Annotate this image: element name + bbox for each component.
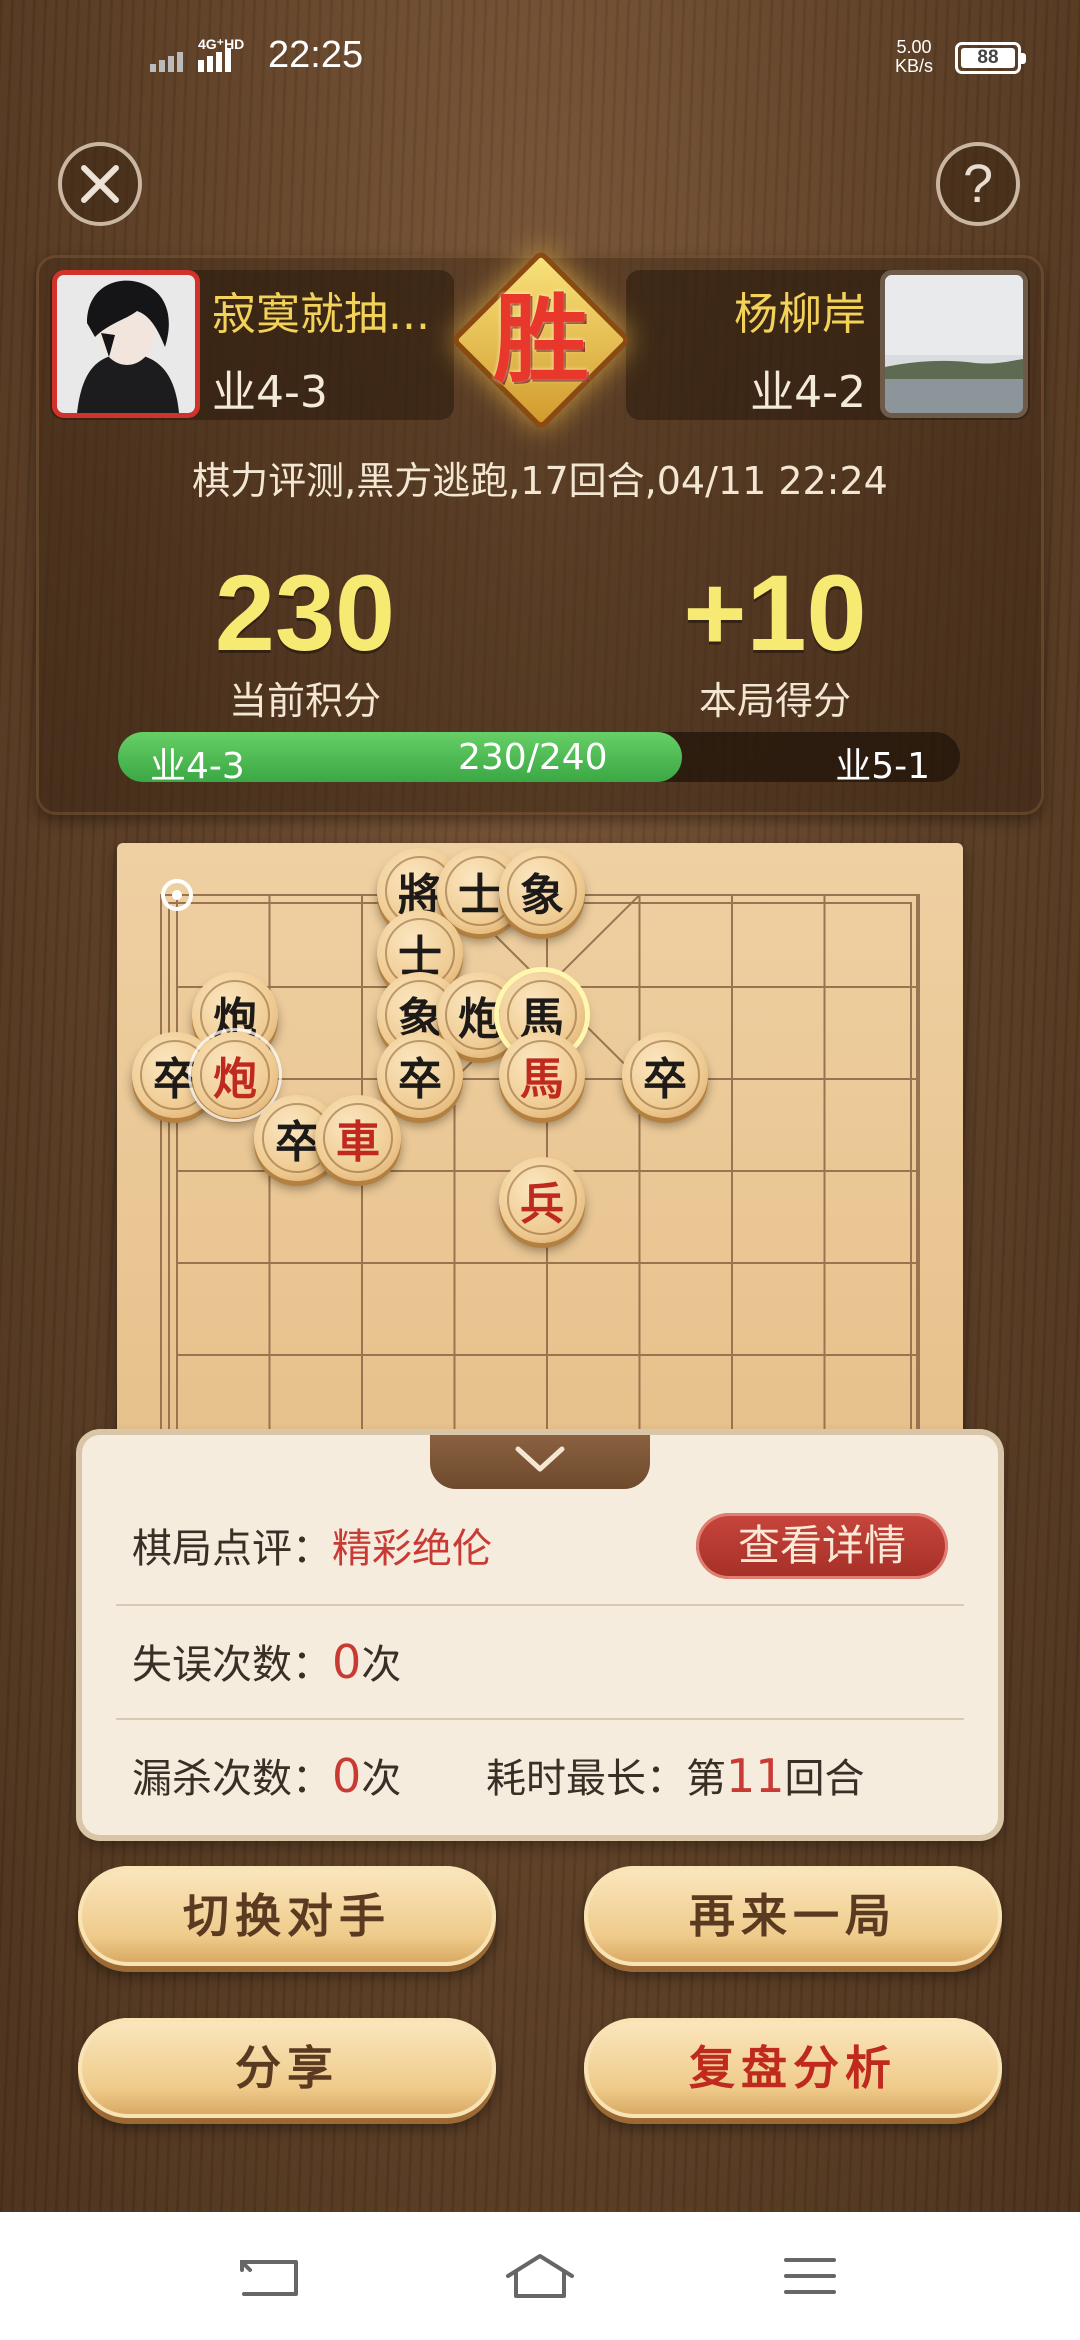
chess-piece-label: 馬: [520, 1054, 564, 1105]
longest-prefix: 第: [686, 1756, 726, 1802]
chess-piece-label: 車: [336, 1117, 380, 1168]
menu-icon[interactable]: [770, 2250, 850, 2302]
longest-suffix: 回合: [784, 1756, 865, 1802]
missed-unit: 次: [361, 1756, 402, 1802]
progress-to-rank: 业5-1: [835, 746, 930, 787]
chess-piece[interactable]: 卒: [377, 1032, 463, 1118]
close-button[interactable]: [58, 142, 142, 226]
game-score-value: +10: [683, 552, 867, 673]
speed-value: 5.00: [896, 37, 932, 57]
chess-piece[interactable]: 馬: [499, 1032, 585, 1118]
missed-label: 漏杀次数：: [132, 1756, 332, 1802]
avatar[interactable]: [52, 270, 200, 418]
missed-kills-row: 漏杀次数：0次: [132, 1746, 401, 1804]
rank-progress-bar: 业4-3 230/240 业5-1: [118, 732, 960, 787]
divider: [116, 1604, 964, 1606]
player-right-avatar-image: [885, 275, 1023, 413]
chess-piece-label: 炮: [458, 994, 502, 1045]
mistakes-unit: 次: [361, 1642, 402, 1688]
progress-text: 230/240: [458, 737, 608, 778]
missed-value: 0: [332, 1749, 362, 1803]
mistakes-value: 0: [332, 1635, 362, 1689]
help-button[interactable]: ?: [936, 142, 1020, 226]
replay-analysis-button[interactable]: 复盘分析: [584, 2018, 1002, 2118]
player-right-name: 杨柳岸: [734, 289, 866, 340]
chevron-down-icon: [515, 1446, 565, 1472]
back-icon[interactable]: [230, 2250, 310, 2302]
chess-piece-label: 象: [520, 870, 564, 921]
clock: 22:25: [268, 34, 364, 76]
longest-value: 11: [726, 1749, 785, 1803]
match-info: 棋力评测,黑方逃跑,17回合,04/11 22:24: [192, 459, 888, 503]
player-left-name: 寂寞就抽...: [212, 289, 430, 340]
win-badge-text: 胜: [493, 283, 589, 396]
play-again-button[interactable]: 再来一局: [584, 1866, 1002, 1966]
share-button[interactable]: 分享: [78, 2018, 496, 2118]
longest-label: 耗时最长：: [486, 1756, 686, 1802]
comment-value: 精彩绝伦: [332, 1526, 492, 1572]
chess-piece-label: 卒: [398, 1054, 442, 1105]
chess-piece[interactable]: 卒: [622, 1032, 708, 1118]
close-icon: [81, 165, 119, 203]
chess-piece[interactable]: 象: [499, 848, 585, 934]
longest-time-row: 耗时最长：第11回合: [486, 1746, 865, 1804]
chess-piece-label: 卒: [275, 1117, 319, 1168]
home-icon[interactable]: [500, 2250, 580, 2302]
switch-opponent-button[interactable]: 切换对手: [78, 1866, 496, 1966]
collapse-tab[interactable]: [430, 1435, 650, 1489]
progress-from-rank: 业4-3: [150, 746, 245, 787]
chess-board[interactable]: 將士象士炮象炮馬卒炮卒馬卒卒車兵: [117, 843, 963, 1483]
player-right-rank: 业4-2: [750, 367, 866, 418]
chess-piece[interactable]: 炮: [188, 1028, 282, 1122]
avatar[interactable]: [880, 270, 1028, 418]
mistakes-label: 失误次数：: [132, 1642, 332, 1688]
chess-piece-label: 士: [458, 870, 502, 921]
chess-piece[interactable]: 車: [315, 1095, 401, 1181]
network-type: 4G⁺HD: [198, 36, 245, 52]
divider: [116, 1718, 964, 1720]
network-speed: 5.00 KB/s: [895, 38, 933, 76]
chess-piece[interactable]: 兵: [499, 1157, 585, 1243]
speed-unit: KB/s: [895, 56, 934, 76]
player-left-rank: 业4-3: [212, 367, 328, 418]
review-comment-row: 棋局点评：精彩绝伦: [132, 1516, 492, 1574]
mistakes-row: 失误次数：0次: [132, 1632, 401, 1690]
chess-piece-label: 炮: [213, 1054, 257, 1105]
comment-label: 棋局点评：: [132, 1526, 332, 1572]
player-left-avatar-image: [57, 275, 195, 413]
game-score-label: 本局得分: [698, 679, 851, 723]
view-details-button[interactable]: 查看详情: [696, 1513, 948, 1579]
chess-piece-label: 卒: [643, 1054, 687, 1105]
chess-piece-label: 兵: [520, 1179, 564, 1230]
help-icon: ?: [962, 154, 994, 214]
battery-icon: 88: [955, 42, 1026, 74]
battery-level: 88: [961, 48, 1015, 68]
current-score-value: 230: [214, 552, 396, 673]
current-score-label: 当前积分: [228, 679, 381, 723]
